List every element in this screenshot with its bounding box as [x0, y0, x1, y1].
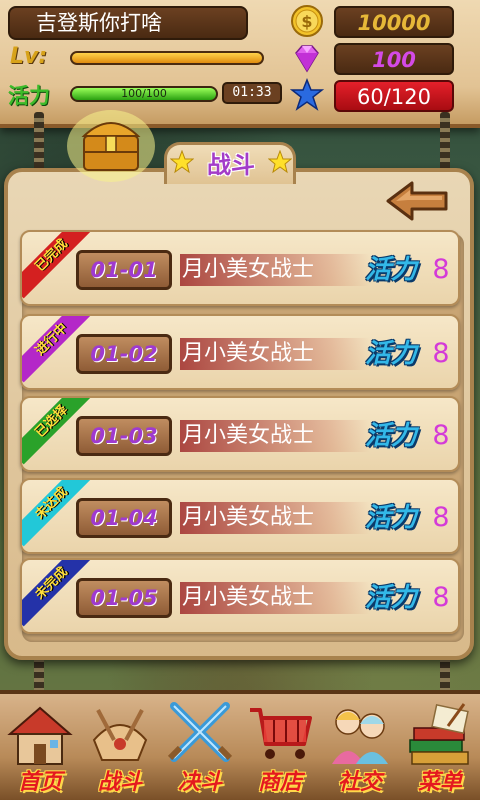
books-icon — [409, 703, 469, 765]
crossed-swords-icon — [167, 702, 233, 762]
star-amount: 60/120 — [334, 80, 454, 112]
nav-shop-label: 商店 — [257, 770, 302, 795]
player-name[interactable]: 吉登斯你打啥 — [8, 6, 248, 40]
stage-cost: 8 — [432, 582, 450, 613]
gold-coin-icon: $ — [291, 5, 323, 37]
stage-name: 月小美女战士 — [180, 502, 370, 534]
vitality-label: 活力 — [8, 84, 50, 108]
stage-row[interactable]: 未达成 01-04 月小美女战士 活力 8 — [20, 478, 460, 554]
house-icon — [7, 706, 73, 765]
vitality-bar: 100/100 — [70, 86, 218, 102]
level-label: Lv: — [10, 44, 48, 69]
stage-code: 01-02 — [76, 334, 172, 374]
stage-cost: 8 — [432, 254, 450, 285]
chain-left-top — [34, 112, 44, 172]
gold-amount: 10000 — [334, 6, 454, 38]
nav-battle-label: 战斗 — [97, 770, 142, 795]
gem-icon — [295, 45, 319, 73]
stage-cost: 8 — [432, 338, 450, 369]
svg-text:$: $ — [301, 12, 312, 31]
stage-row[interactable]: 未完成 01-05 月小美女战士 活力 8 — [20, 558, 460, 634]
nav-home[interactable]: 首页 — [0, 700, 80, 800]
shopping-cart-icon — [250, 708, 312, 759]
vitality-value: 100/100 — [121, 87, 167, 100]
nav-menu[interactable]: 菜单 — [400, 700, 480, 800]
star-icon — [290, 78, 324, 111]
stage-name: 月小美女战士 — [180, 338, 370, 370]
stage-cost-label: 活力 — [364, 255, 417, 285]
stage-cost-label: 活力 — [364, 339, 417, 369]
vitality-timer: 01:33 — [222, 82, 282, 104]
stage-code: 01-01 — [76, 250, 172, 290]
stage-cost: 8 — [432, 420, 450, 451]
nav-shop[interactable]: 商店 — [240, 700, 320, 800]
stage-code: 01-03 — [76, 416, 172, 456]
battle-icon — [92, 709, 148, 761]
panel-title: 战斗 — [207, 151, 255, 179]
chain-right-top — [440, 112, 450, 172]
nav-duel-label: 决斗 — [177, 770, 222, 795]
nav-social[interactable]: 社交 — [320, 700, 400, 800]
nav-home-label: 首页 — [17, 770, 62, 795]
stage-code: 01-05 — [76, 578, 172, 618]
stage-code: 01-04 — [76, 498, 172, 538]
stage-cost-label: 活力 — [364, 583, 417, 613]
nav-duel[interactable]: 决斗 — [160, 700, 240, 800]
stage-cost: 8 — [432, 502, 450, 533]
stage-name: 月小美女战士 — [180, 420, 370, 452]
stage-cost-label: 活力 — [364, 421, 417, 451]
title-star-right-icon — [268, 150, 292, 174]
nav-social-label: 社交 — [337, 770, 382, 795]
title-star-left-icon — [170, 150, 194, 174]
nav-menu-label: 菜单 — [417, 770, 462, 795]
stage-row[interactable]: 已选择 01-03 月小美女战士 活力 8 — [20, 396, 460, 472]
stage-name: 月小美女战士 — [180, 254, 370, 286]
back-arrow-icon[interactable] — [386, 180, 450, 222]
treasure-chest-icon[interactable] — [66, 102, 156, 182]
gem-amount: 100 — [334, 43, 454, 75]
stage-row[interactable]: 进行中 01-02 月小美女战士 活力 8 — [20, 314, 460, 390]
stage-cost-label: 活力 — [364, 503, 417, 533]
level-progress-bar — [70, 51, 264, 65]
level-progress-fill — [72, 53, 262, 63]
characters-icon — [332, 709, 388, 764]
stage-name: 月小美女战士 — [180, 582, 370, 614]
stage-row[interactable]: 已完成 01-01 月小美女战士 活力 8 — [20, 230, 460, 306]
nav-battle[interactable]: 战斗 — [80, 700, 160, 800]
